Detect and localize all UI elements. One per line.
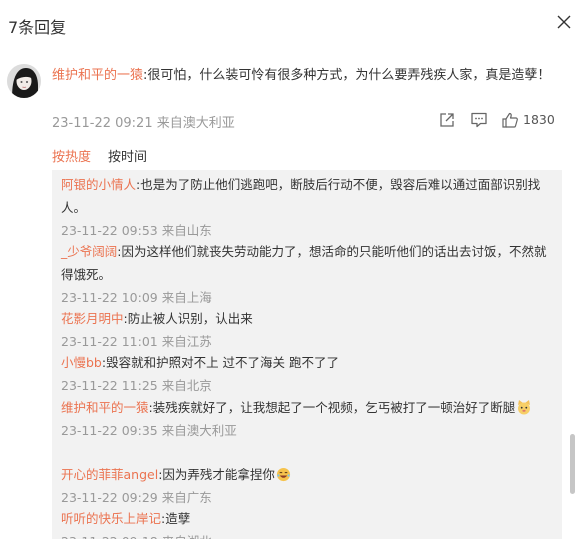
dialog-header: 7条回复 — [0, 0, 577, 46]
tab-sort-time[interactable]: 按时间 — [108, 146, 147, 165]
reply-item: 维护和平的一猿:装残疾就好了，让我想起了一个视频，乞丐被打了一顿治好了断腿 23… — [61, 396, 551, 442]
thumbs-up-icon[interactable] — [501, 111, 519, 129]
reply-text: :因为弄残才能拿捏你 — [158, 467, 275, 482]
reply-author[interactable]: _少爷阔阔 — [61, 244, 117, 259]
reply-list: 阿银的小情人:也是为了防止他们逃跑吧，断肢后行动不便，毁容后难以通过面部识别找人… — [52, 170, 562, 539]
like-count: 1830 — [523, 112, 555, 127]
laughing-face-emoji — [276, 467, 290, 482]
reply-author[interactable]: 听听的快乐上岸记 — [61, 511, 161, 526]
reply-item: 开心的菲菲angel:因为弄残才能拿捏你 23-11-22 09:29 来自广东 — [61, 463, 551, 509]
reply-content: 维护和平的一猿:装残疾就好了，让我想起了一个视频，乞丐被打了一顿治好了断腿 — [61, 396, 551, 419]
reply-timestamp: 23-11-22 11:25 来自北京 — [61, 378, 212, 393]
scrollbar-thumb[interactable] — [570, 434, 575, 494]
reply-text: :造孽 — [161, 511, 191, 526]
comment-actions: 1830 — [0, 111, 577, 129]
reply-content: 开心的菲菲angel:因为弄残才能拿捏你 — [61, 463, 551, 486]
reply-author[interactable]: 小慢bb — [61, 355, 102, 370]
reply-timestamp: 23-11-22 11:01 来自江苏 — [61, 334, 212, 349]
avatar-image — [7, 64, 41, 98]
reply-text: :因为这样他们就丧失劳动能力了，想活命的只能听他们的话出去讨饭，不然就得饿死。 — [61, 244, 547, 282]
reply-text: :毁容就和护照对不上 过不了海关 跑不了了 — [101, 355, 340, 370]
avatar[interactable] — [7, 64, 41, 98]
tab-sort-hot[interactable]: 按热度 — [52, 146, 91, 165]
reply-timestamp: 23-11-22 09:29 来自广东 — [61, 490, 212, 505]
comment-body: 维护和平的一猿:很可怕，什么装可怜有很多种方式，为什么要弄残疾人家，真是造孽！ — [52, 64, 552, 88]
cat-emoji — [518, 400, 531, 415]
comment-author[interactable]: 维护和平的一猿 — [52, 68, 143, 83]
dialog-title: 7条回复 — [8, 18, 67, 37]
reply-timestamp: 23-11-22 09:35 来自澳大利亚 — [61, 423, 237, 438]
reply-content: 花影月明中:防止被人识别，认出来 — [61, 307, 551, 330]
reply-content: _少爷阔阔:因为这样他们就丧失劳动能力了，想活命的只能听他们的话出去讨饭，不然就… — [61, 240, 551, 286]
reply-item: 花影月明中:防止被人识别，认出来 23-11-22 11:01 来自江苏 — [61, 307, 551, 353]
comment-text: :很可怕，什么装可怜有很多种方式，为什么要弄残疾人家，真是造孽！ — [143, 68, 551, 83]
reply-timestamp: 23-11-22 09:18 来自湖北 — [61, 530, 551, 539]
reply-author[interactable]: 阿银的小情人 — [61, 177, 136, 192]
share-icon[interactable] — [438, 111, 456, 129]
reply-author[interactable]: 开心的菲菲angel — [61, 467, 158, 482]
reply-item: 小慢bb:毁容就和护照对不上 过不了海关 跑不了了 23-11-22 11:25… — [61, 351, 551, 397]
reply-timestamp: 23-11-22 10:09 来自上海 — [61, 290, 212, 305]
close-icon[interactable] — [557, 15, 571, 29]
reply-text: :装残疾就好了，让我想起了一个视频，乞丐被打了一顿治好了断腿 — [148, 400, 516, 415]
reply-item: 听听的快乐上岸记:造孽 23-11-22 09:18 来自湖北 — [61, 507, 551, 539]
reply-content: 听听的快乐上岸记:造孽 — [61, 507, 551, 530]
reply-timestamp: 23-11-22 09:53 来自山东 — [61, 223, 212, 238]
reply-author[interactable]: 花影月明中 — [61, 311, 124, 326]
comment-icon[interactable] — [470, 111, 488, 129]
reply-text: :防止被人识别，认出来 — [123, 311, 253, 326]
scrollbar[interactable] — [570, 14, 575, 539]
reply-item: _少爷阔阔:因为这样他们就丧失劳动能力了，想活命的只能听他们的话出去讨饭，不然就… — [61, 240, 551, 309]
reply-content: 小慢bb:毁容就和护照对不上 过不了海关 跑不了了 — [61, 351, 551, 374]
reply-item: 阿银的小情人:也是为了防止他们逃跑吧，断肢后行动不便，毁容后难以通过面部识别找人… — [61, 173, 551, 242]
reply-author[interactable]: 维护和平的一猿 — [61, 400, 149, 415]
reply-content: 阿银的小情人:也是为了防止他们逃跑吧，断肢后行动不便，毁容后难以通过面部识别找人… — [61, 173, 551, 219]
